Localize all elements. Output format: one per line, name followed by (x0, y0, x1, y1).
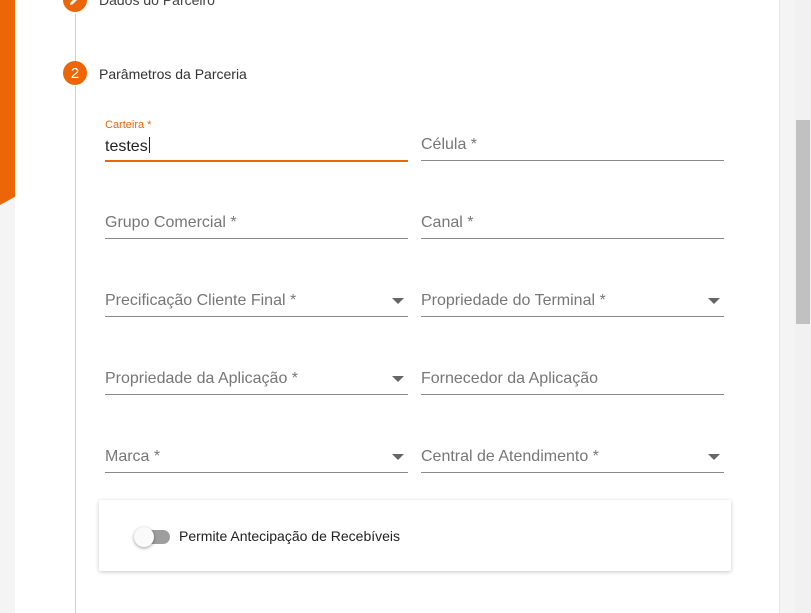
carteira-field[interactable]: Carteira * testes (105, 119, 408, 162)
propriedade-terminal-select[interactable]: Propriedade do Terminal * (421, 276, 724, 317)
canal-placeholder: Canal * (421, 214, 474, 231)
propriedade-aplicacao-placeholder: Propriedade da Aplicação * (105, 370, 299, 387)
celula-placeholder: Célula * (421, 136, 478, 153)
marca-placeholder: Marca * (105, 448, 161, 465)
dropdown-arrow-icon (708, 454, 720, 460)
precificacao-placeholder: Precificação Cliente Final * (105, 292, 297, 309)
antecipacao-card: Permite Antecipação de Recebíveis (99, 500, 731, 571)
text-cursor (148, 137, 150, 153)
antecipacao-toggle[interactable] (134, 527, 154, 547)
step-2-label[interactable]: Parâmetros da Parceria (99, 66, 247, 82)
canal-field[interactable]: Canal * (421, 198, 724, 239)
step-2-indicator[interactable]: 2 (63, 61, 87, 85)
fornecedor-aplicacao-field[interactable]: Fornecedor da Aplicação (421, 354, 724, 395)
step-1-label[interactable]: Dados do Parceiro (99, 0, 215, 8)
dropdown-arrow-icon (708, 298, 720, 304)
antecipacao-label[interactable]: Permite Antecipação de Recebíveis (179, 528, 400, 544)
pencil-icon (70, 0, 77, 5)
dropdown-arrow-icon (392, 454, 404, 460)
fornecedor-aplicacao-placeholder: Fornecedor da Aplicação (421, 370, 598, 387)
stepper-connector (75, 86, 76, 613)
stepper-connector (75, 14, 76, 62)
carteira-value[interactable]: testes (105, 137, 150, 156)
grupo-comercial-placeholder: Grupo Comercial * (105, 214, 237, 231)
grupo-comercial-field[interactable]: Grupo Comercial * (105, 198, 408, 239)
carteira-label: Carteira * (105, 119, 152, 131)
propriedade-aplicacao-select[interactable]: Propriedade da Aplicação * (105, 354, 408, 395)
propriedade-terminal-placeholder: Propriedade do Terminal * (421, 292, 606, 309)
dropdown-arrow-icon (392, 376, 404, 382)
dropdown-arrow-icon (392, 298, 404, 304)
marca-select[interactable]: Marca * (105, 432, 408, 473)
central-atendimento-select[interactable]: Central de Atendimento * (421, 432, 724, 473)
scrollbar-thumb[interactable] (796, 120, 810, 324)
celula-field[interactable]: Célula * (421, 120, 724, 161)
precificacao-select[interactable]: Precificação Cliente Final * (105, 276, 408, 317)
orange-accent-bar (0, 0, 15, 205)
central-atendimento-placeholder: Central de Atendimento * (421, 448, 599, 465)
